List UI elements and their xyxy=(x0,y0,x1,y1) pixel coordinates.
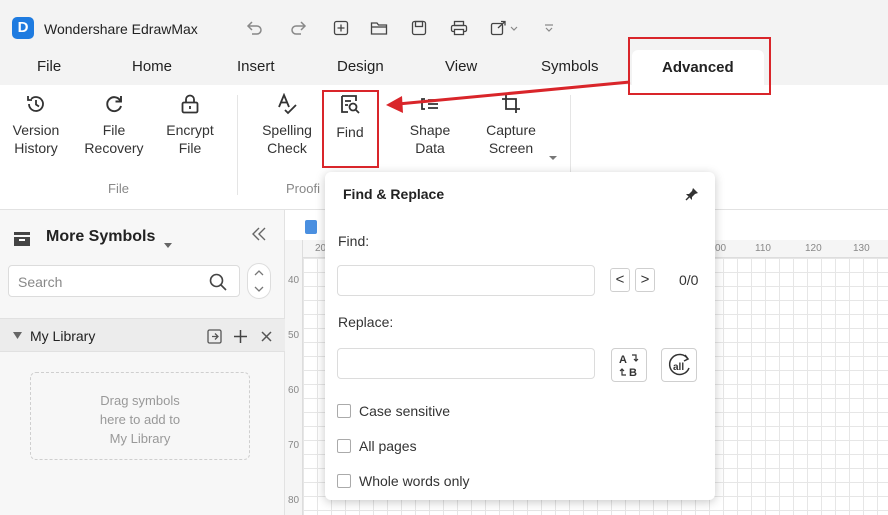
ruler-tick: 00 xyxy=(715,243,727,254)
svg-text:B: B xyxy=(629,367,637,379)
page-tab-icon[interactable] xyxy=(305,220,317,234)
tab-home[interactable]: Home xyxy=(132,58,172,75)
replace-icon: AB xyxy=(619,354,639,379)
ruler-tick: 60 xyxy=(288,385,300,396)
find-replace-title: Find & Replace xyxy=(343,186,445,202)
tab-insert[interactable]: Insert xyxy=(237,58,275,75)
match-count: 0/0 xyxy=(679,272,699,288)
pin-icon[interactable] xyxy=(685,187,699,201)
case-sensitive-label: Case sensitive xyxy=(359,403,451,419)
chevron-down-icon[interactable] xyxy=(254,285,264,293)
app-logo-icon: D xyxy=(12,17,34,39)
symbols-panel: More Symbols Search My Library Drag symb… xyxy=(0,210,285,515)
ribbon-divider xyxy=(237,95,238,195)
advanced-tab-highlight-box xyxy=(628,37,771,95)
ruler-tick: 70 xyxy=(288,440,300,451)
file-recovery-button[interactable]: File Recovery xyxy=(80,93,148,157)
ruler-tick: 80 xyxy=(288,495,300,506)
find-input[interactable] xyxy=(337,265,595,296)
whole-words-checkbox[interactable] xyxy=(337,474,351,488)
all-pages-checkbox[interactable] xyxy=(337,439,351,453)
dropzone-text: Drag symbols here to add to My Library xyxy=(99,393,181,446)
ruler-tick: 110 xyxy=(755,243,771,254)
ruler-tick: 50 xyxy=(288,330,300,341)
ribbon-group-file-label: File xyxy=(108,181,129,196)
replace-all-icon: all xyxy=(668,353,690,376)
find-replace-panel: Find & Replace Find: < > 0/0 Replace: AB… xyxy=(325,172,715,500)
print-icon[interactable] xyxy=(448,18,470,38)
find-label: Find: xyxy=(338,233,370,249)
refresh-icon xyxy=(106,96,122,113)
library-icon xyxy=(14,232,30,251)
my-library-header[interactable]: My Library xyxy=(0,318,285,352)
redo-icon[interactable] xyxy=(288,18,310,38)
all-pages-label: All pages xyxy=(359,438,417,454)
chevron-up-icon[interactable] xyxy=(254,269,264,277)
symbol-search-input[interactable]: Search xyxy=(8,265,240,297)
file-recovery-label: File Recovery xyxy=(84,122,144,156)
svg-text:A: A xyxy=(619,354,627,366)
tab-design[interactable]: Design xyxy=(337,58,384,75)
scroll-stepper[interactable] xyxy=(247,263,271,299)
library-dropzone[interactable]: Drag symbols here to add to My Library xyxy=(30,372,250,460)
version-history-label: Version History xyxy=(12,122,60,156)
import-icon[interactable] xyxy=(207,329,223,344)
find-previous-button[interactable]: < xyxy=(610,268,630,292)
encrypt-file-label: Encrypt File xyxy=(166,122,214,156)
whole-words-label: Whole words only xyxy=(359,473,470,489)
shape-data-label: Shape Data xyxy=(409,122,451,156)
more-symbols-dropdown-icon[interactable] xyxy=(164,236,172,254)
ruler-tick: 120 xyxy=(805,243,822,254)
history-icon xyxy=(27,96,44,112)
search-icon[interactable] xyxy=(209,273,227,291)
ruler-tick: 40 xyxy=(288,275,300,286)
lock-icon xyxy=(181,94,199,114)
export-icon[interactable] xyxy=(488,18,522,38)
capture-screen-button[interactable]: Capture Screen xyxy=(478,93,544,157)
open-folder-icon[interactable] xyxy=(368,18,390,38)
capture-screen-dropdown-icon[interactable] xyxy=(548,149,558,167)
replace-all-button[interactable]: all xyxy=(661,348,697,382)
find-next-button[interactable]: > xyxy=(635,268,655,292)
spell-check-icon xyxy=(278,93,297,115)
encrypt-file-button[interactable]: Encrypt File xyxy=(160,93,220,157)
tab-view[interactable]: View xyxy=(445,58,477,75)
undo-icon[interactable] xyxy=(240,18,268,38)
my-library-label: My Library xyxy=(30,328,96,344)
case-sensitive-checkbox[interactable] xyxy=(337,404,351,418)
expand-triangle-icon[interactable] xyxy=(13,332,22,340)
save-icon[interactable] xyxy=(408,18,430,38)
spelling-check-button[interactable]: Spelling Check xyxy=(255,93,319,157)
add-icon[interactable] xyxy=(233,329,248,344)
app-title: Wondershare EdrawMax xyxy=(44,21,198,37)
ruler-tick: 130 xyxy=(853,243,870,254)
replace-button[interactable]: AB xyxy=(611,348,647,382)
customize-icon[interactable] xyxy=(540,18,558,38)
version-history-button[interactable]: Version History xyxy=(8,93,64,157)
shape-data-button[interactable]: Shape Data xyxy=(402,93,458,157)
tab-file[interactable]: File xyxy=(37,58,61,75)
svg-text:all: all xyxy=(673,362,684,373)
new-page-icon[interactable] xyxy=(330,18,352,38)
search-placeholder: Search xyxy=(18,274,63,290)
close-icon[interactable] xyxy=(260,330,273,343)
replace-label: Replace: xyxy=(338,314,394,330)
collapse-panel-icon[interactable] xyxy=(250,226,268,247)
spelling-check-label: Spelling Check xyxy=(262,122,312,156)
capture-screen-label: Capture Screen xyxy=(486,122,536,156)
shape-data-icon xyxy=(421,98,438,110)
find-highlight-box xyxy=(322,90,379,168)
tab-symbols[interactable]: Symbols xyxy=(541,58,599,75)
replace-input[interactable] xyxy=(337,348,595,379)
crop-icon xyxy=(502,95,520,113)
more-symbols-title[interactable]: More Symbols xyxy=(46,228,155,246)
ruler-left: 40 50 60 70 80 xyxy=(285,240,303,515)
ribbon-group-proofing-label: Proofi xyxy=(286,181,320,196)
